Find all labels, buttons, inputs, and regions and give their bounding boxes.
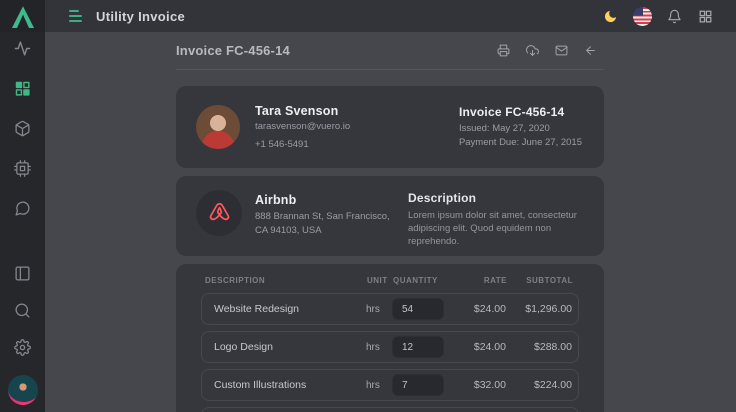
item-unit: hrs bbox=[366, 342, 392, 353]
menu-icon[interactable] bbox=[69, 10, 82, 22]
item-unit: hrs bbox=[366, 304, 392, 315]
col-header-rate: RATE bbox=[445, 276, 507, 285]
panel-icon[interactable] bbox=[14, 264, 32, 282]
settings-icon[interactable] bbox=[14, 338, 32, 356]
vuero-logo[interactable] bbox=[0, 0, 45, 32]
item-description: Website Redesign bbox=[214, 303, 366, 315]
customer-avatar[interactable] bbox=[196, 105, 240, 149]
moon-icon[interactable] bbox=[602, 8, 619, 25]
customer-card: Tara Svenson tarasvenson@vuero.io +1 546… bbox=[176, 86, 604, 168]
user-avatar[interactable] bbox=[8, 375, 38, 405]
bell-icon[interactable] bbox=[666, 8, 683, 25]
printer-icon[interactable] bbox=[496, 44, 510, 58]
invoice-number: Invoice FC-456-14 bbox=[459, 105, 582, 119]
dashboard-grid-icon[interactable] bbox=[14, 79, 32, 97]
chat-icon[interactable] bbox=[14, 199, 32, 217]
company-card: Airbnb 888 Brannan St, San Francisco, CA… bbox=[176, 176, 604, 256]
company-address: 888 Brannan St, San Francisco, CA 94103,… bbox=[255, 210, 390, 237]
table-row: Logo Design hrs $24.00 $288.00 bbox=[201, 331, 579, 363]
quantity-input[interactable] bbox=[392, 336, 444, 358]
invoice-due-date: Payment Due: June 27, 2015 bbox=[459, 136, 582, 150]
sidebar-top-items bbox=[14, 39, 32, 217]
table-header-row: DESCRIPTION UNIT QUANTITY RATE SUBTOTAL bbox=[201, 264, 579, 293]
description-heading: Description bbox=[408, 191, 584, 205]
col-header-quantity: QUANTITY bbox=[393, 276, 445, 285]
quantity-input[interactable] bbox=[392, 374, 444, 396]
item-rate: $32.00 bbox=[444, 379, 506, 391]
app-window: Utility Invoice Invoice FC-456-14 bbox=[0, 0, 736, 412]
us-flag-icon[interactable] bbox=[633, 7, 652, 26]
item-rate: $24.00 bbox=[444, 341, 506, 353]
page-title: Utility Invoice bbox=[96, 9, 185, 24]
col-header-subtotal: SUBTOTAL bbox=[507, 276, 573, 285]
table-row: Website Redesign hrs $24.00 $1,296.00 bbox=[201, 293, 579, 325]
quantity-input[interactable] bbox=[392, 298, 444, 320]
customer-name: Tara Svenson bbox=[255, 104, 350, 118]
item-rate: $24.00 bbox=[444, 303, 506, 315]
cpu-icon[interactable] bbox=[14, 159, 32, 177]
cloud-download-icon[interactable] bbox=[525, 44, 539, 58]
item-description: Custom Illustrations bbox=[214, 379, 366, 391]
top-navbar: Utility Invoice bbox=[45, 0, 736, 32]
search-icon[interactable] bbox=[14, 301, 32, 319]
table-row-partial bbox=[201, 407, 579, 412]
airbnb-logo-icon bbox=[196, 190, 242, 236]
apps-grid-icon[interactable] bbox=[697, 8, 714, 25]
col-header-unit: UNIT bbox=[367, 276, 393, 285]
customer-email: tarasvenson@vuero.io bbox=[255, 121, 350, 132]
sidebar-bottom-items bbox=[8, 264, 38, 412]
icon-sidebar bbox=[0, 0, 45, 412]
customer-phone: +1 546-5491 bbox=[255, 139, 350, 150]
line-items-card: DESCRIPTION UNIT QUANTITY RATE SUBTOTAL … bbox=[176, 264, 604, 412]
company-name: Airbnb bbox=[255, 193, 390, 207]
invoice-number-title: Invoice FC-456-14 bbox=[176, 43, 290, 58]
item-subtotal: $224.00 bbox=[506, 379, 572, 391]
envelope-icon[interactable] bbox=[554, 44, 568, 58]
item-subtotal: $1,296.00 bbox=[506, 303, 572, 315]
main-area: Utility Invoice Invoice FC-456-14 bbox=[45, 0, 736, 412]
item-unit: hrs bbox=[366, 380, 392, 391]
activity-icon[interactable] bbox=[14, 39, 32, 57]
col-header-description: DESCRIPTION bbox=[205, 276, 367, 285]
description-text: Lorem ipsum dolor sit amet, consectetur … bbox=[408, 209, 584, 248]
box-icon[interactable] bbox=[14, 119, 32, 137]
item-subtotal: $288.00 bbox=[506, 341, 572, 353]
content-area: Invoice FC-456-14 bbox=[45, 32, 736, 412]
arrow-left-icon[interactable] bbox=[583, 44, 597, 58]
item-description: Logo Design bbox=[214, 341, 366, 353]
invoice-header: Invoice FC-456-14 bbox=[176, 32, 604, 70]
invoice-details: Invoice FC-456-14 Issued: May 27, 2020 P… bbox=[459, 105, 584, 150]
table-row: Custom Illustrations hrs $32.00 $224.00 bbox=[201, 369, 579, 401]
invoice-issued-date: Issued: May 27, 2020 bbox=[459, 122, 582, 136]
